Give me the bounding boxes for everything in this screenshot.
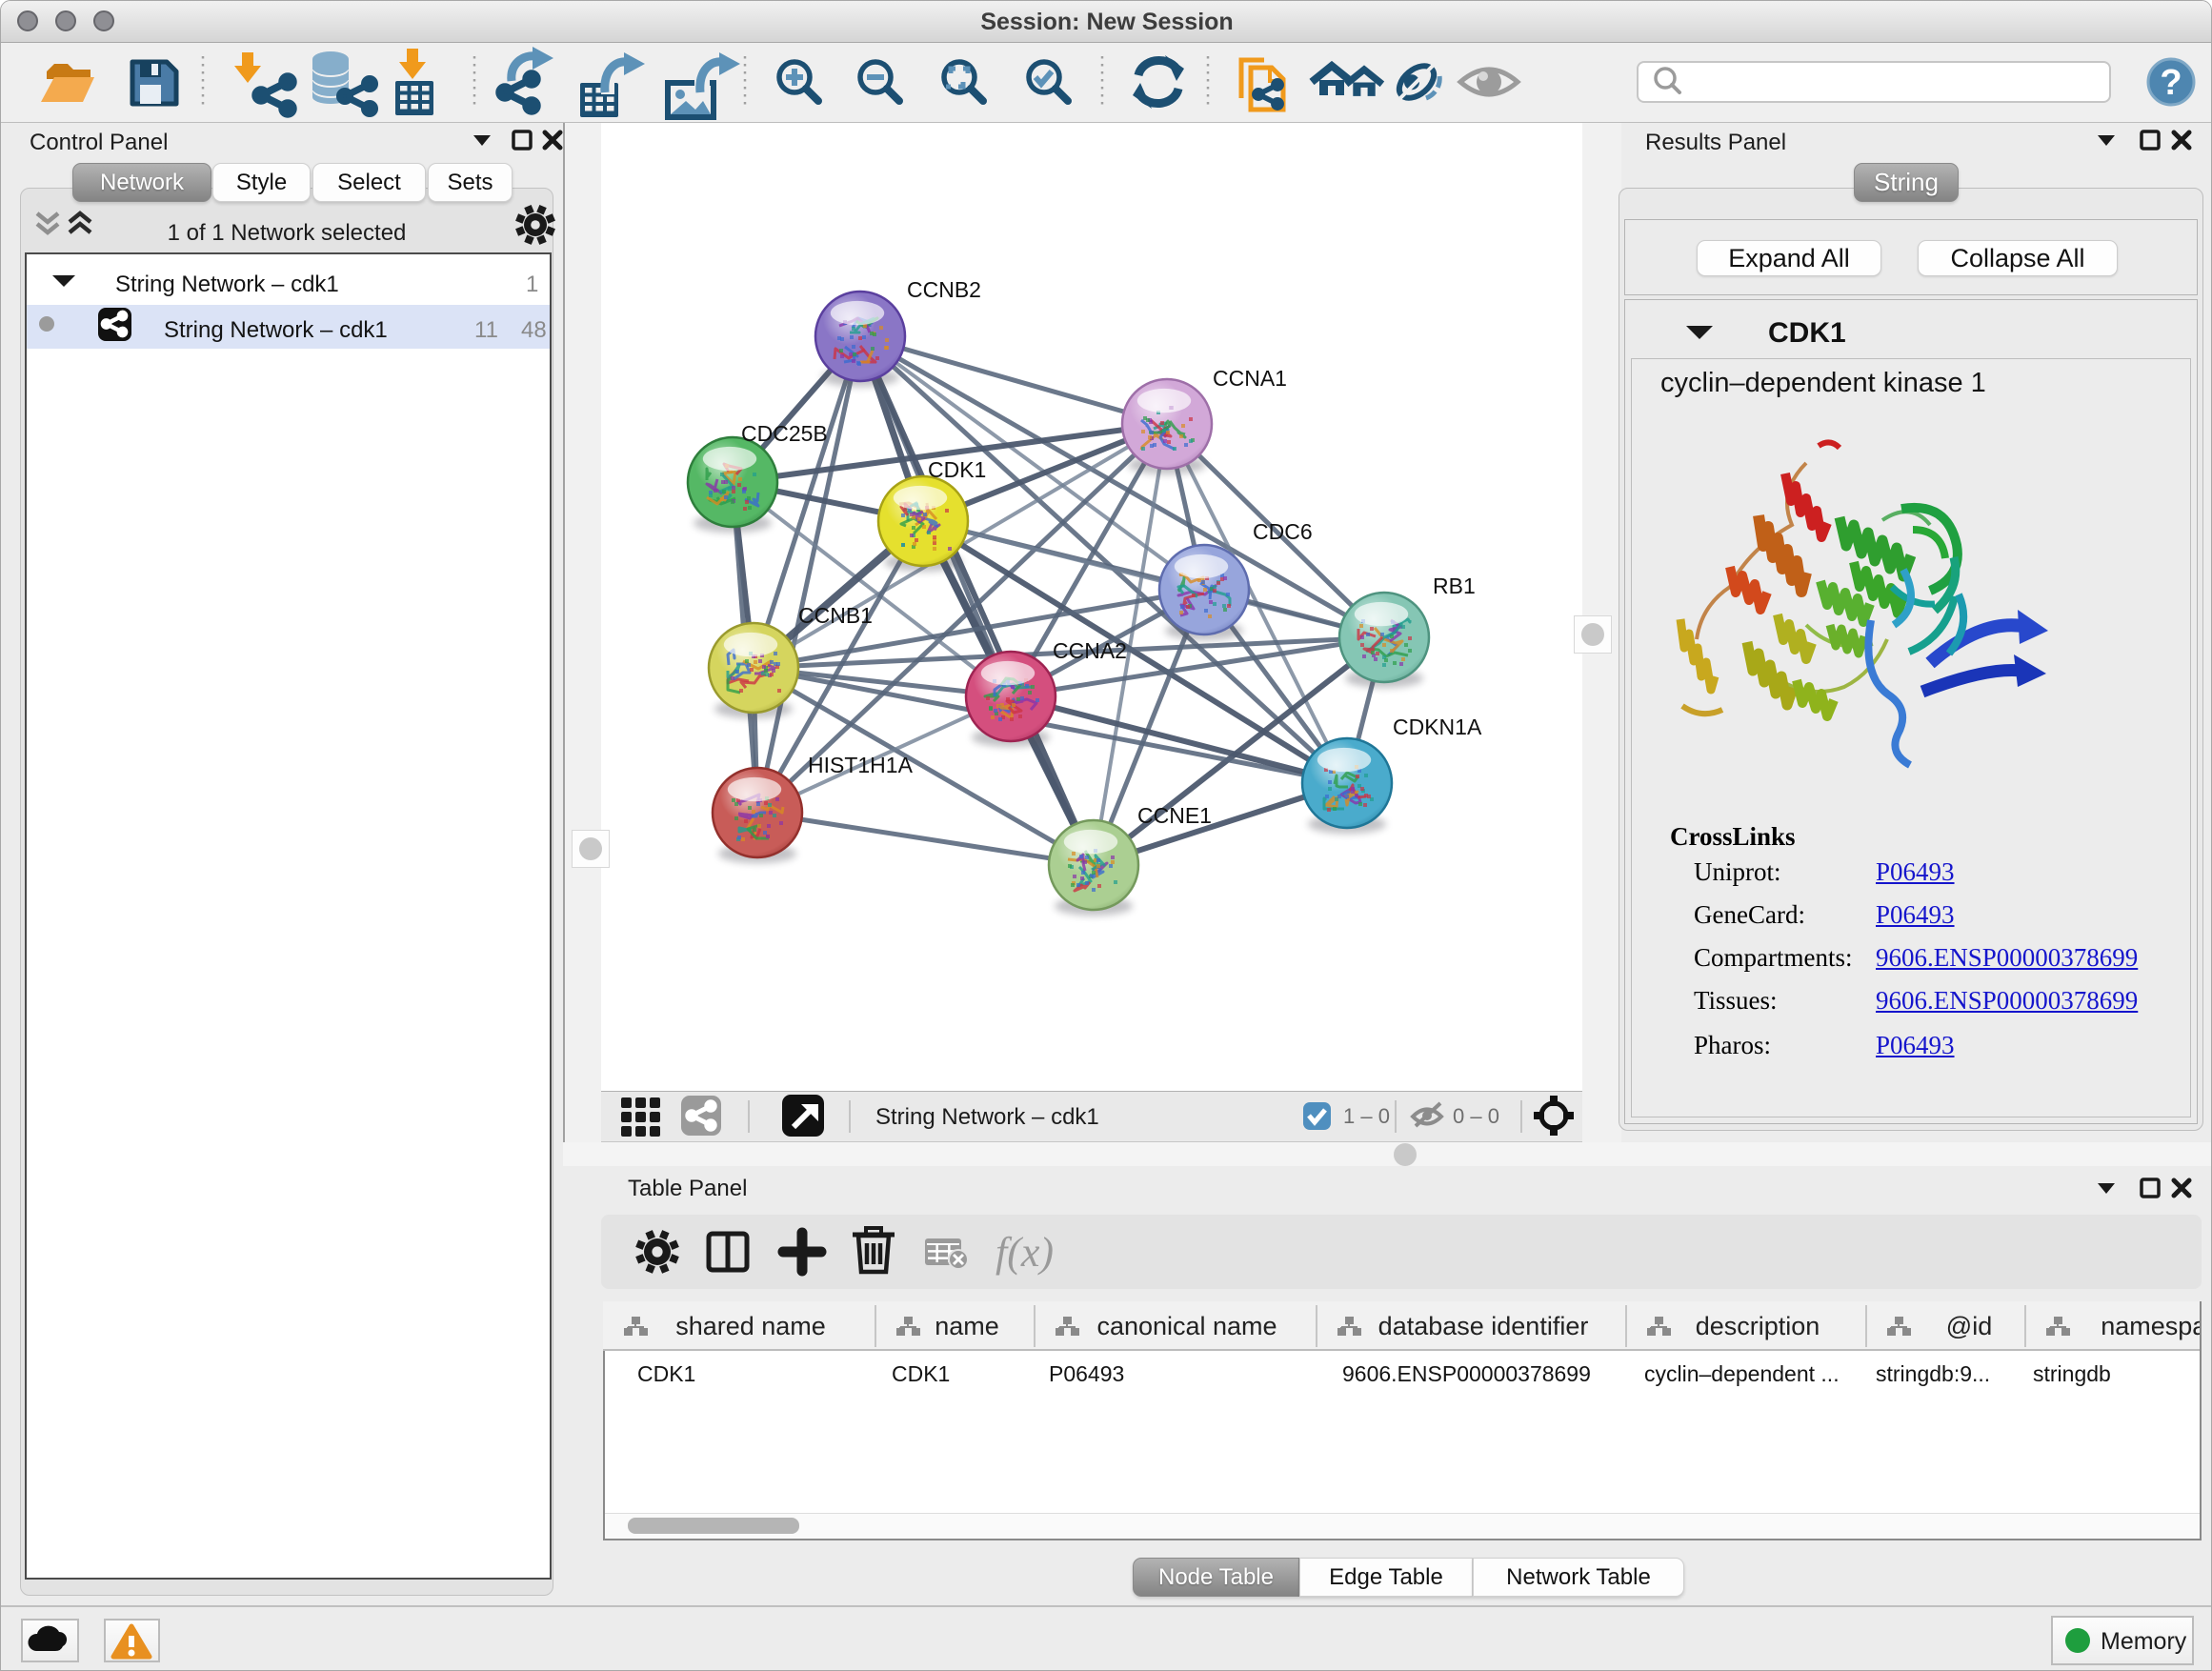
svg-text:database identifier: database identifier bbox=[1378, 1312, 1589, 1340]
svg-text:CCNA1: CCNA1 bbox=[1213, 366, 1287, 391]
svg-text:CDKN1A: CDKN1A bbox=[1393, 715, 1482, 739]
svg-text:CDK1: CDK1 bbox=[928, 457, 986, 482]
svg-text:CCNB2: CCNB2 bbox=[907, 277, 981, 302]
svg-text:1 – 0: 1 – 0 bbox=[1343, 1104, 1390, 1128]
svg-text:f(x): f(x) bbox=[995, 1229, 1054, 1276]
svg-text:namespace: namespace bbox=[2101, 1312, 2200, 1340]
svg-text:CDC6: CDC6 bbox=[1253, 519, 1313, 544]
svg-text:CCNE1: CCNE1 bbox=[1137, 803, 1212, 828]
svg-text:canonical name: canonical name bbox=[1096, 1312, 1277, 1340]
svg-text:name: name bbox=[935, 1312, 999, 1340]
svg-text:CCNA2: CCNA2 bbox=[1053, 638, 1127, 663]
svg-text:Memory: Memory bbox=[2101, 1628, 2187, 1655]
svg-text:HIST1H1A: HIST1H1A bbox=[808, 753, 914, 777]
svg-text:CCNB1: CCNB1 bbox=[798, 603, 873, 628]
svg-text:shared name: shared name bbox=[675, 1312, 826, 1340]
svg-text:?: ? bbox=[2160, 63, 2182, 103]
svg-text:@id: @id bbox=[1946, 1312, 1992, 1340]
svg-text:String Network – cdk1: String Network – cdk1 bbox=[875, 1104, 1099, 1130]
svg-text:0 – 0: 0 – 0 bbox=[1453, 1104, 1499, 1128]
svg-text:CDC25B: CDC25B bbox=[741, 421, 828, 446]
svg-text:description: description bbox=[1696, 1312, 1820, 1340]
svg-text:RB1: RB1 bbox=[1433, 574, 1476, 598]
